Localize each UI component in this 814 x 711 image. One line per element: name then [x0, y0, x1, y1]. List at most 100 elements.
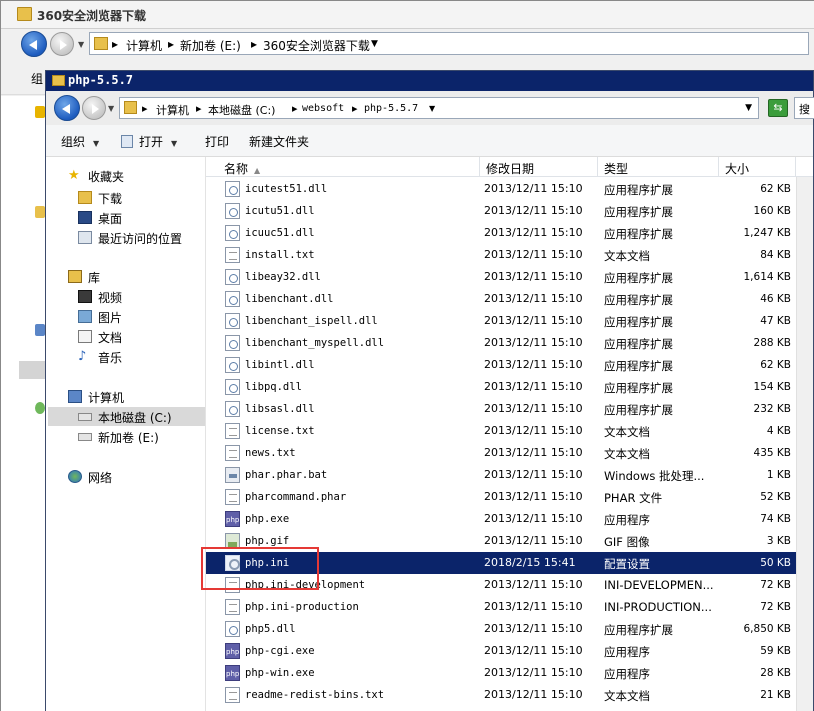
bg-crumb-volume[interactable]: 新加卷 (E:): [180, 37, 241, 54]
file-row[interactable]: icutest51.dll 2013/12/11 15:10 应用程序扩展 62 KB: [206, 178, 813, 200]
file-row[interactable]: phar.phar.bat 2013/12/11 15:10 Windows 批处理…: [206, 464, 813, 486]
nav-computer[interactable]: 计算机: [68, 389, 124, 406]
chevron-down-icon[interactable]: ▼: [429, 104, 435, 113]
file-row[interactable]: news.txt 2013/12/11 15:10 文本文档 435 KB: [206, 442, 813, 464]
file-row[interactable]: libeay32.dll 2013/12/11 15:10 应用程序扩展 1,614 …: [206, 266, 813, 288]
print-button[interactable]: 打印: [205, 133, 229, 150]
nav-network[interactable]: 网络: [68, 469, 112, 486]
nav-local-disk[interactable]: 本地磁盘 (C:): [78, 409, 172, 426]
column-type[interactable]: 类型: [598, 157, 719, 177]
vertical-scrollbar[interactable]: [796, 177, 813, 711]
annotation-highlight-box: [201, 547, 319, 590]
nav-music[interactable]: ♪ 音乐: [78, 349, 122, 366]
nav-new-volume[interactable]: 新加卷 (E:): [78, 429, 159, 446]
bg-address-bar[interactable]: ▸ 计算机 ▸ 新加卷 (E:) ▸ 360安全浏览器下载 ▼: [89, 32, 809, 55]
nav-pictures[interactable]: 图片: [78, 309, 122, 326]
back-arrow-icon[interactable]: [54, 95, 80, 121]
file-date: 2013/12/11 15:10: [484, 270, 583, 283]
file-row[interactable]: libenchant.dll 2013/12/11 15:10 应用程序扩展 46 K…: [206, 288, 813, 310]
file-row[interactable]: pharcommand.phar 2013/12/11 15:10 PHAR 文件 5…: [206, 486, 813, 508]
bg-organize-menu[interactable]: 组: [31, 70, 43, 87]
column-name[interactable]: 名称 ▲: [218, 157, 480, 177]
php-file-icon: php: [225, 643, 240, 659]
folder-icon: [124, 101, 137, 114]
file-date: 2013/12/11 15:10: [484, 248, 583, 261]
address-dropdown-icon[interactable]: ▼: [745, 103, 752, 113]
file-row[interactable]: readme-redist-bins.txt 2013/12/11 15:10 文本…: [206, 684, 813, 706]
file-name: php.gif: [245, 535, 290, 547]
column-date[interactable]: 修改日期: [480, 157, 598, 177]
file-row[interactable]: libsasl.dll 2013/12/11 15:10 应用程序扩展 232 KB: [206, 398, 813, 420]
file-row[interactable]: php php.exe 2013/12/11 15:10 应用程序 74 KB: [206, 508, 813, 530]
file-row[interactable]: icuuc51.dll 2013/12/11 15:10 应用程序扩展 1,247 K…: [206, 222, 813, 244]
file-row[interactable]: php php-win.exe 2013/12/11 15:10 应用程序 28 KB: [206, 662, 813, 684]
chevron-down-icon[interactable]: ▼: [371, 39, 378, 49]
file-row[interactable]: license.txt 2013/12/11 15:10 文本文档 4 KB: [206, 420, 813, 442]
file-date: 2013/12/11 15:10: [484, 512, 583, 525]
nav-libraries[interactable]: 库: [68, 269, 100, 286]
file-size: 1,247 KB: [743, 227, 792, 239]
crumb-php[interactable]: php-5.5.7: [364, 103, 418, 114]
file-size: 160 KB: [753, 205, 791, 217]
file-date: 2013/12/11 15:10: [484, 226, 583, 239]
txt-file-icon: [225, 687, 240, 703]
history-dropdown-icon[interactable]: ▼: [78, 40, 84, 49]
file-size: 3 KB: [766, 535, 791, 547]
file-size: 62 KB: [760, 359, 791, 371]
file-type: 应用程序扩展: [604, 381, 673, 395]
bg-sidebar: [1, 96, 46, 711]
file-row[interactable]: libenchant_myspell.dll 2013/12/11 15:10 应用…: [206, 332, 813, 354]
crumb-computer[interactable]: 计算机: [156, 102, 189, 118]
file-row[interactable]: php.ini-production 2013/12/11 15:10 INI-PR…: [206, 596, 813, 618]
file-size: 21 KB: [760, 689, 791, 701]
drive-icon: [78, 433, 92, 441]
open-button[interactable]: 打开 ▼: [121, 133, 177, 150]
file-row[interactable]: install.txt 2013/12/11 15:10 文本文档 84 KB: [206, 244, 813, 266]
file-date: 2013/12/11 15:10: [484, 688, 583, 701]
file-type: 应用程序扩展: [604, 623, 673, 637]
bg-crumb-computer[interactable]: 计算机: [126, 37, 162, 54]
column-size[interactable]: 大小: [719, 157, 796, 177]
music-icon: ♪: [78, 349, 87, 364]
file-date: 2018/2/15 15:41: [484, 556, 576, 569]
file-row[interactable]: libintl.dll 2013/12/11 15:10 应用程序扩展 62 KB: [206, 354, 813, 376]
organize-button[interactable]: 组织 ▼: [61, 133, 99, 150]
back-arrow-icon[interactable]: [21, 31, 47, 57]
file-size: 6,850 KB: [743, 623, 792, 635]
history-dropdown-icon[interactable]: ▼: [108, 104, 114, 113]
bg-crumb-folder[interactable]: 360安全浏览器下载: [263, 37, 370, 54]
file-name: php.exe: [245, 513, 290, 525]
navbar: ▼ ▸ 计算机 ▸ 本地磁盘 (C:) ▸ websoft ▸ php-5.5.…: [46, 91, 814, 125]
file-list: 名称 ▲ 修改日期 类型 大小 icutest51.dll 2013/12/11 1…: [206, 157, 813, 711]
refresh-icon[interactable]: ⇆: [768, 99, 788, 117]
file-name: libsasl.dll: [245, 403, 315, 415]
forward-arrow-icon[interactable]: [82, 96, 106, 120]
forward-arrow-icon[interactable]: [50, 32, 74, 56]
file-date: 2013/12/11 15:10: [484, 446, 583, 459]
file-row[interactable]: libpq.dll 2013/12/11 15:10 应用程序扩展 154 KB: [206, 376, 813, 398]
new-folder-button[interactable]: 新建文件夹: [249, 133, 309, 150]
documents-icon: [78, 330, 92, 343]
nav-downloads[interactable]: 下载: [78, 190, 122, 207]
file-type: GIF 图像: [604, 535, 650, 549]
window-title: php-5.5.7: [68, 73, 134, 87]
file-type: 应用程序扩展: [604, 183, 673, 197]
nav-desktop[interactable]: 桌面: [78, 210, 122, 227]
file-row[interactable]: php5.dll 2013/12/11 15:10 应用程序扩展 6,850 KB: [206, 618, 813, 640]
file-date: 2013/12/11 15:10: [484, 534, 583, 547]
crumb-websoft[interactable]: websoft: [302, 103, 344, 114]
address-bar[interactable]: ▸ 计算机 ▸ 本地磁盘 (C:) ▸ websoft ▸ php-5.5.7 …: [119, 97, 759, 119]
file-date: 2013/12/11 15:10: [484, 424, 583, 437]
nav-documents[interactable]: 文档: [78, 329, 122, 346]
nav-recent[interactable]: 最近访问的位置: [78, 230, 182, 247]
file-name: libeay32.dll: [245, 271, 321, 283]
file-row[interactable]: libenchant_ispell.dll 2013/12/11 15:10 应用程…: [206, 310, 813, 332]
file-row[interactable]: icutu51.dll 2013/12/11 15:10 应用程序扩展 160 KB: [206, 200, 813, 222]
search-input[interactable]: 搜: [794, 97, 814, 119]
nav-favorites[interactable]: ★ 收藏夹: [68, 168, 124, 185]
crumb-local-disk[interactable]: 本地磁盘 (C:): [208, 102, 275, 118]
file-type: 文本文档: [604, 689, 650, 703]
nav-videos[interactable]: 视频: [78, 289, 122, 306]
file-row[interactable]: php php-cgi.exe 2013/12/11 15:10 应用程序 59 KB: [206, 640, 813, 662]
file-type: 文本文档: [604, 249, 650, 263]
